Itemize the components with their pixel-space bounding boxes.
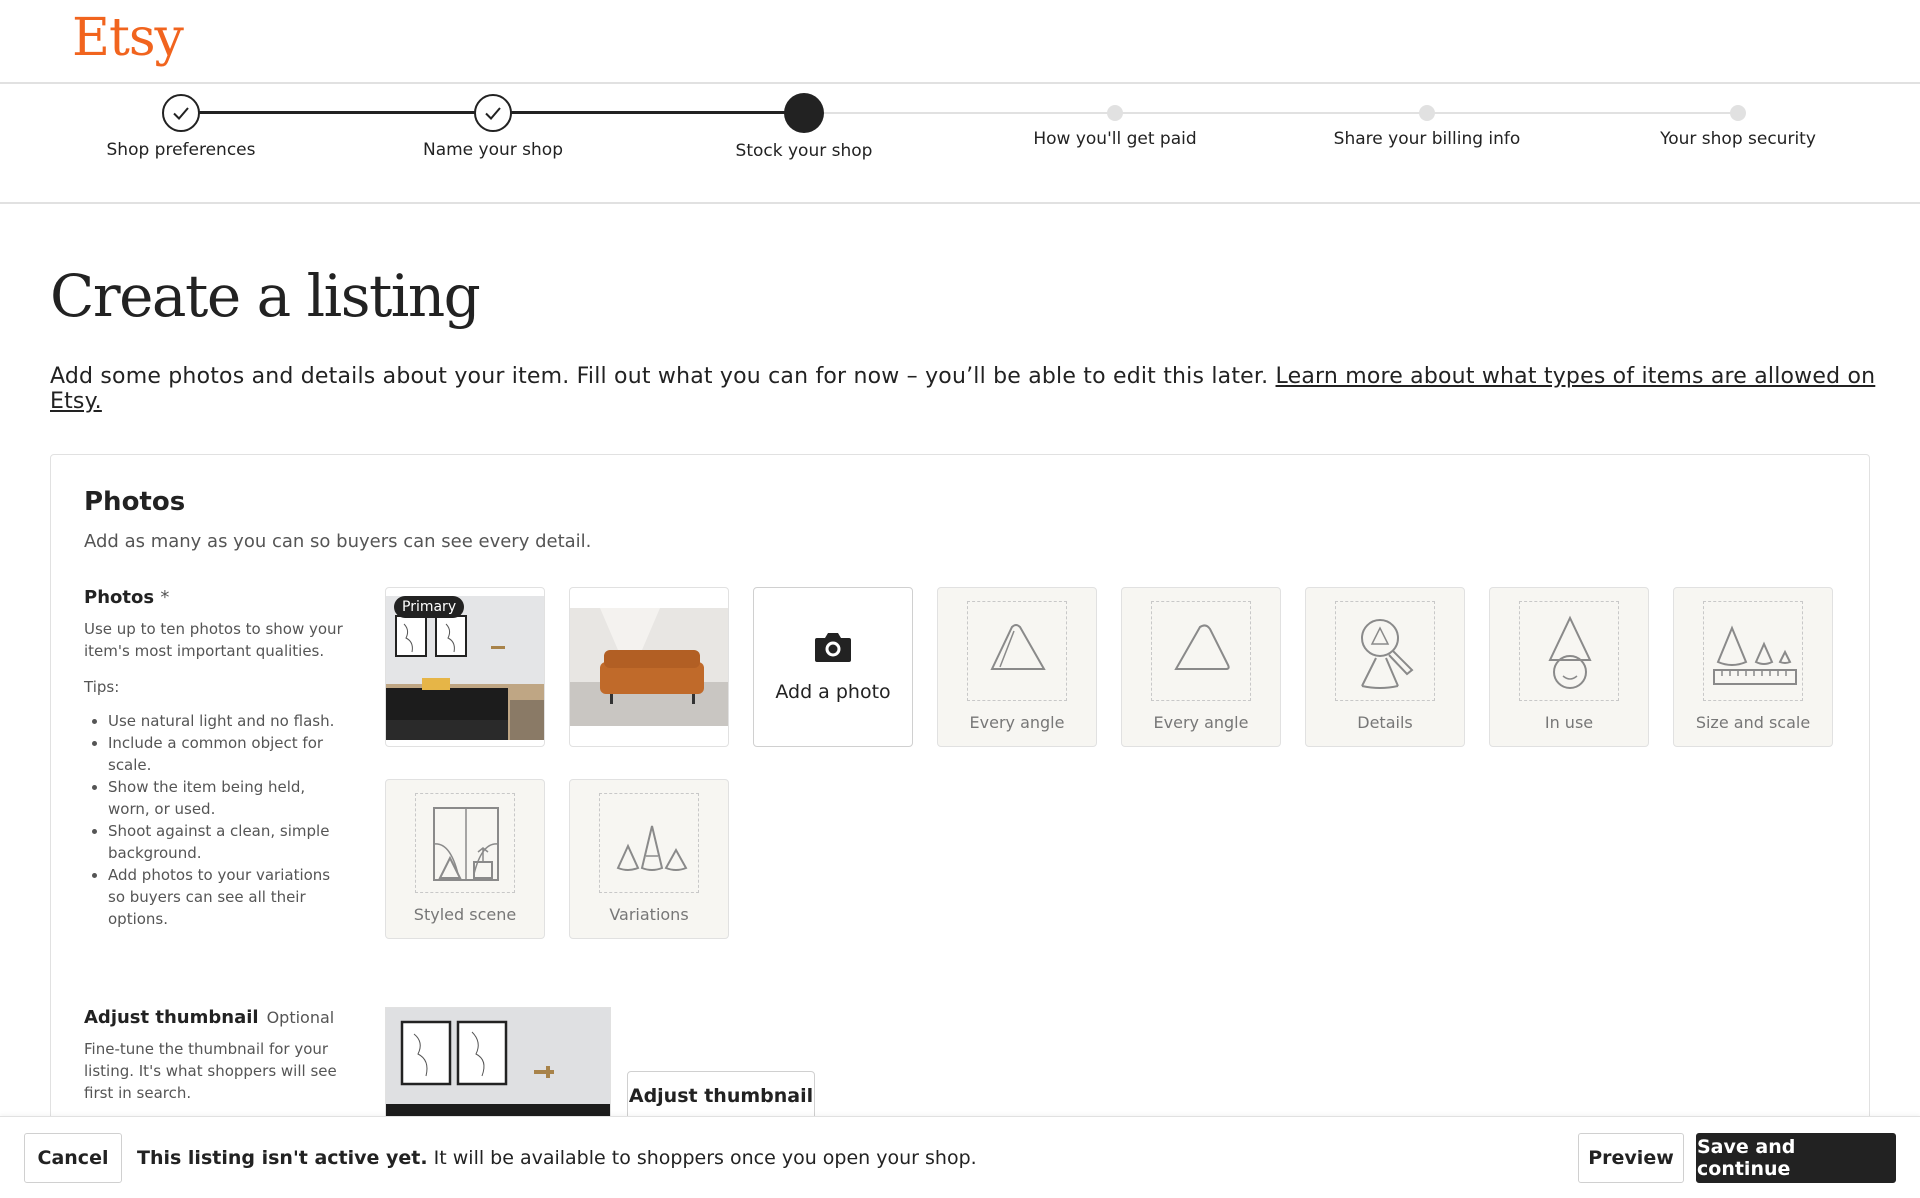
add-photo-button[interactable]: Add a photo: [753, 587, 913, 747]
thumbnail-preview: [385, 1007, 611, 1117]
cancel-button[interactable]: Cancel: [24, 1133, 122, 1183]
slot-caption: Every angle: [1153, 713, 1249, 732]
photo-slot-every-angle[interactable]: Every angle: [937, 587, 1097, 747]
slot-caption: In use: [1544, 713, 1594, 732]
window-scene-icon: [433, 807, 499, 881]
photo-slot-every-angle-2[interactable]: Every angle: [1121, 587, 1281, 747]
camera-icon: [815, 633, 851, 662]
step-label: Your shop security: [1660, 129, 1816, 149]
slot-caption: Every angle: [969, 713, 1065, 732]
magnifier-icon: [1361, 619, 1414, 689]
step-stock-your-shop: Stock your shop: [654, 92, 954, 161]
photos-field-label: Photos *: [84, 587, 344, 608]
optional-tag: Optional: [266, 1008, 335, 1027]
photo-slot-size-and-scale[interactable]: Size and scale: [1673, 587, 1833, 747]
slot-caption: Variations: [609, 905, 689, 924]
etsy-logo[interactable]: Etsy: [72, 8, 184, 68]
photo-tile-sofa[interactable]: [569, 587, 729, 747]
ruler-icon: [1713, 625, 1797, 685]
field-label-text: Photos: [84, 587, 155, 608]
notice-text: It will be available to shoppers once yo…: [433, 1147, 977, 1169]
save-and-continue-button[interactable]: Save and continue: [1696, 1133, 1896, 1183]
notice-bold: This listing isn't active yet.: [137, 1147, 428, 1169]
photos-help-text: Use up to ten photos to show your item's…: [84, 620, 343, 660]
page-title: Create a listing: [50, 262, 481, 330]
step-label: Name your shop: [422, 140, 563, 160]
required-mark: *: [160, 587, 170, 608]
page-intro: Add some photos and details about your i…: [50, 364, 1920, 414]
step-label: Share your billing info: [1333, 129, 1521, 149]
tips-list: Use natural light and no flash. Include …: [84, 710, 344, 930]
tip-item: Shoot against a clean, simple background…: [108, 820, 344, 864]
pending-step-dot: [1419, 105, 1435, 121]
slot-caption: Details: [1357, 713, 1413, 732]
check-icon: [162, 94, 200, 132]
progress-stepper: Shop preferences Name your shop Stock yo…: [0, 84, 1920, 204]
preview-button[interactable]: Preview: [1578, 1133, 1684, 1183]
cone-angle-icon: [990, 624, 1046, 670]
step-label: Stock your shop: [735, 141, 873, 161]
check-icon: [474, 94, 512, 132]
tip-item: Use natural light and no flash.: [108, 710, 344, 732]
primary-badge: Primary: [394, 596, 465, 618]
photo-slot-details[interactable]: Details: [1305, 587, 1465, 747]
thumbnail-help-text: Fine-tune the thumbnail for your listing…: [84, 1040, 337, 1102]
photo-slot-in-use[interactable]: In use: [1489, 587, 1649, 747]
photos-help: Photos * Use up to ten photos to show yo…: [84, 587, 344, 930]
tips-label: Tips:: [84, 678, 120, 696]
add-photo-label: Add a photo: [775, 681, 891, 703]
tip-item: Include a common object for scale.: [108, 732, 344, 776]
slot-caption: Size and scale: [1695, 713, 1811, 732]
section-subtitle: Add as many as you can so buyers can see…: [84, 531, 592, 552]
step-label: How you'll get paid: [1033, 129, 1197, 149]
intro-text: Add some photos and details about your i…: [50, 364, 1269, 389]
footer-bar: Cancel This listing isn't active yet. It…: [0, 1116, 1920, 1198]
thumbnail-image: [386, 1008, 610, 1116]
tip-item: Show the item being held, worn, or used.: [108, 776, 344, 820]
thumbnail-field-label: Adjust thumbnail Optional: [84, 1007, 344, 1028]
step-shop-preferences[interactable]: Shop preferences: [31, 92, 331, 160]
photo-tile-primary[interactable]: Primary: [385, 587, 545, 747]
cone-icon: [1174, 624, 1230, 670]
step-label: Shop preferences: [106, 140, 256, 160]
thumbnail-help: Adjust thumbnail Optional Fine-tune the t…: [84, 1007, 344, 1104]
step-name-your-shop[interactable]: Name your shop: [343, 92, 643, 160]
slot-caption: Styled scene: [413, 905, 517, 924]
listing-status-notice: This listing isn't active yet. It will b…: [137, 1147, 977, 1169]
variations-icon: [616, 825, 688, 871]
photo-slot-variations[interactable]: Variations: [569, 779, 729, 939]
step-share-billing-info: Share your billing info: [1277, 92, 1577, 149]
field-label-text: Adjust thumbnail: [84, 1007, 259, 1028]
photo-slot-styled-scene[interactable]: Styled scene: [385, 779, 545, 939]
section-title: Photos: [84, 487, 186, 517]
pending-step-dot: [1730, 105, 1746, 121]
top-header: Etsy: [0, 0, 1920, 84]
photos-panel: Photos Add as many as you can so buyers …: [50, 454, 1870, 1198]
step-your-shop-security: Your shop security: [1588, 92, 1888, 149]
person-icon: [1548, 615, 1592, 689]
tip-item: Add photos to your variations so buyers …: [108, 864, 344, 930]
step-how-youll-get-paid: How you'll get paid: [965, 92, 1265, 149]
pending-step-dot: [1107, 105, 1123, 121]
sofa-photo: [570, 608, 728, 726]
current-step-dot: [784, 93, 824, 133]
adjust-thumbnail-button[interactable]: Adjust thumbnail: [627, 1071, 815, 1121]
